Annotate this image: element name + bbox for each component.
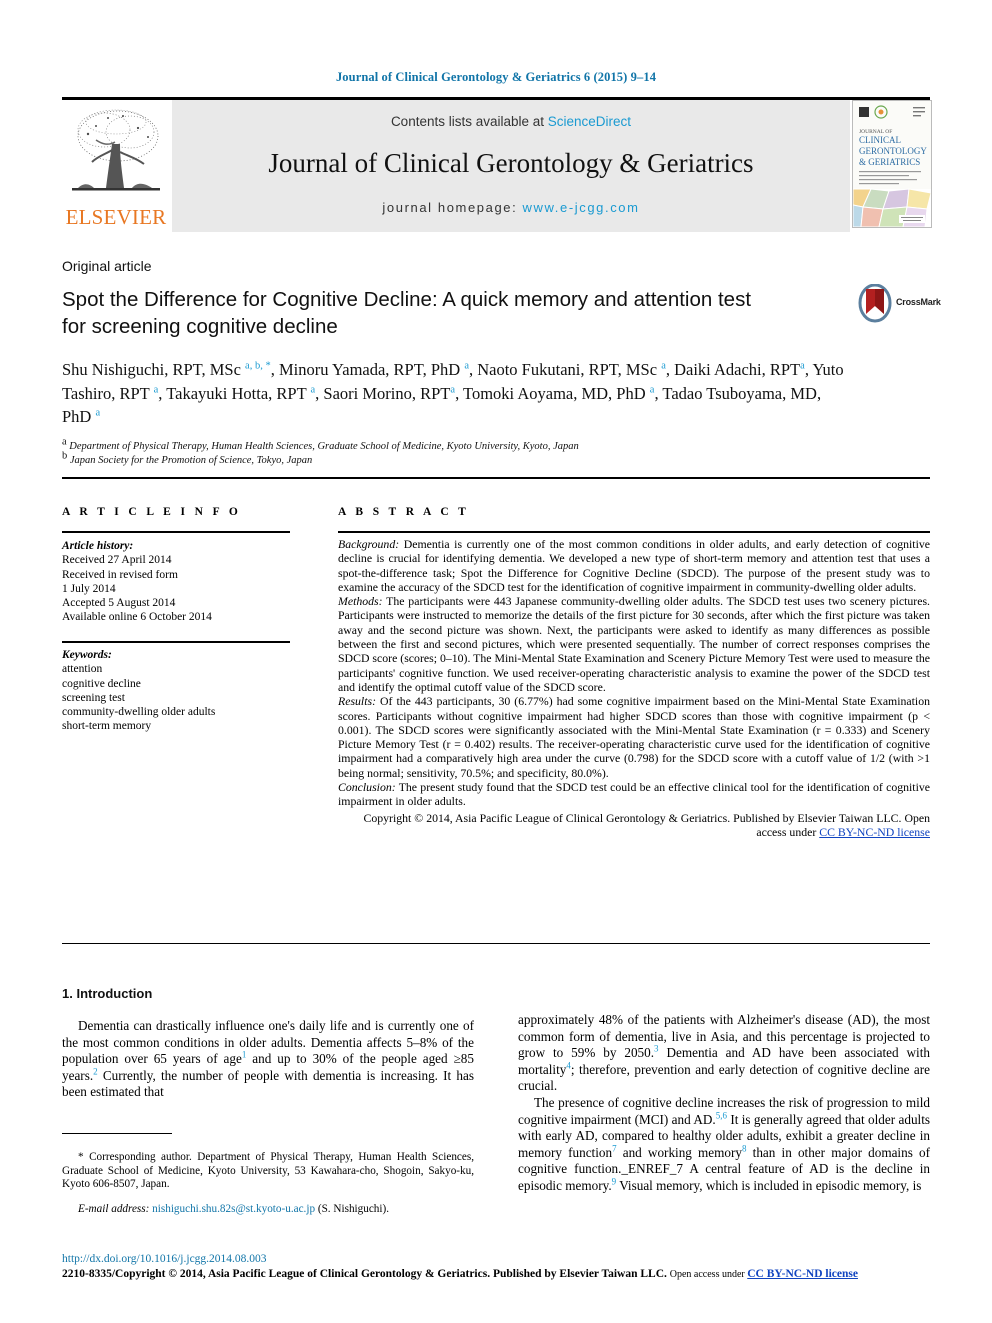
footer-copyright: 2210-8335/Copyright © 2014, Asia Pacific… (62, 1268, 930, 1280)
keywords-rule (62, 641, 290, 643)
email-line: E-mail address: nishiguchi.shu.82s@st.ky… (62, 1203, 474, 1217)
contents-prefix: Contents lists available at (390, 114, 548, 129)
intro-paragraph-2: approximately 48% of the patients with A… (518, 1012, 930, 1094)
keywords-label: Keywords: (62, 649, 112, 661)
history-item: Received in revised form (62, 568, 178, 581)
abstract-results-text: Of the 443 participants, 30 (6.77%) had … (338, 694, 930, 780)
intro-paragraph-3: The presence of cognitive decline increa… (518, 1094, 930, 1193)
masthead-banner: Contents lists available at ScienceDirec… (172, 100, 850, 232)
elsevier-wordmark: ELSEVIER (65, 205, 167, 229)
cc-license-link[interactable]: CC BY-NC-ND license (819, 825, 930, 839)
affiliations: a Department of Physical Therapy, Human … (62, 436, 862, 468)
homepage-url-link[interactable]: www.e-jcgg.com (523, 200, 640, 215)
corresponding-author-text: * Corresponding author. Department of Ph… (62, 1151, 474, 1191)
article-type-label: Original article (62, 258, 152, 274)
abstract-section-top-rule (62, 477, 930, 479)
author-list: Shu Nishiguchi, RPT, MSc a, b, *, Minoru… (62, 360, 844, 426)
crossmark-icon (858, 283, 892, 323)
introduction-heading: 1. Introduction (62, 986, 153, 1001)
footnote-rule (62, 1133, 172, 1134)
journal-masthead: ELSEVIER Contents lists available at Sci… (62, 100, 932, 232)
abstract-conclusion-text: The present study found that the SDCD te… (338, 780, 930, 809)
footer-open-access: Open access under (669, 1269, 748, 1280)
keyword-item: attention (62, 663, 103, 676)
abstract-background-label: Background: (338, 537, 400, 551)
email-label: E-mail address: (78, 1203, 150, 1216)
affiliation-b: b Japan Society for the Promotion of Sci… (62, 450, 862, 468)
svg-text:& GERIATRICS: & GERIATRICS (859, 157, 920, 167)
footer-published-by: Published by Elsevier Taiwan LLC. (490, 1268, 670, 1280)
keyword-item: screening test (62, 691, 125, 704)
running-head: Journal of Clinical Gerontology & Geriat… (335, 70, 657, 84)
contents-available-line: Contents lists available at ScienceDirec… (172, 114, 850, 129)
homepage-label: journal homepage: (382, 200, 523, 215)
abstract-background-text: Dementia is currently one of the most co… (338, 537, 930, 594)
abstract-methods-label: Methods: (338, 594, 383, 609)
affiliation-mark-b: b (62, 450, 68, 461)
journal-cover-thumbnail: JOURNAL OF CLINICAL GERONTOLOGY & GERIAT… (852, 100, 932, 228)
affiliation-text-b: Japan Society for the Promotion of Scien… (69, 454, 313, 466)
paper-page: Journal of Clinical Gerontology & Geriat… (0, 0, 992, 1323)
svg-text:GERONTOLOGY: GERONTOLOGY (859, 146, 927, 156)
abstract-rule (338, 531, 930, 533)
abstract-methods-text: The participants were 443 Japanese commu… (338, 594, 930, 694)
abstract-bottom-rule (62, 943, 930, 944)
svg-text:CLINICAL: CLINICAL (859, 135, 901, 145)
article-history-label: Article history: (62, 540, 134, 552)
article-info-rule (62, 531, 290, 533)
keywords-block: Keywords: attention cognitive decline sc… (62, 648, 296, 734)
article-history-block: Article history: Received 27 April 2014 … (62, 539, 296, 625)
abstract-conclusion-label: Conclusion: (338, 780, 396, 795)
history-item: Received 27 April 2014 (62, 554, 172, 567)
journal-title: Journal of Clinical Gerontology & Geriat… (268, 148, 754, 178)
affiliation-text-a: Department of Physical Therapy, Human He… (69, 441, 579, 452)
sciencedirect-link[interactable]: ScienceDirect (548, 114, 631, 129)
page-title: Spot the Difference for Cognitive Declin… (62, 288, 752, 338)
keyword-item: cognitive decline (62, 677, 141, 690)
article-info-heading: A R T I C L E I N F O (62, 506, 242, 518)
doi-link[interactable]: http://dx.doi.org/10.1016/j.jcgg.2014.08… (62, 1253, 267, 1265)
elsevier-logo: ELSEVIER (62, 100, 170, 232)
body-column-left: Dementia can drastically influence one's… (62, 1018, 474, 1101)
affiliation-mark-a: a (62, 436, 67, 448)
corresponding-author-footnote: * Corresponding author. Department of Ph… (62, 1140, 474, 1228)
body-column-right: approximately 48% of the patients with A… (518, 1012, 930, 1195)
abstract-background: Background: Dementia is currently one of… (338, 537, 930, 594)
email-link[interactable]: nishiguchi.shu.82s@st.kyoto-u.ac.jp (152, 1203, 315, 1215)
keyword-item: community-dwelling older adults (62, 706, 216, 719)
abstract-results: Results: Of the 443 participants, 30 (6.… (338, 694, 930, 780)
abstract-body: Background: Dementia is currently one of… (338, 537, 930, 839)
journal-homepage-line: journal homepage: www.e-jcgg.com (172, 200, 850, 215)
email-suffix: (S. Nishiguchi). (317, 1203, 390, 1216)
abstract-results-label: Results: (338, 694, 377, 709)
affiliation-a: a Department of Physical Therapy, Human … (62, 436, 862, 454)
abstract-heading: A B S T R A C T (338, 506, 470, 518)
abstract-methods: Methods: The participants were 443 Japan… (338, 594, 930, 694)
abstract-copyright: Copyright © 2014, Asia Pacific League of… (338, 811, 930, 840)
history-item: Accepted 5 August 2014 (62, 597, 176, 610)
elsevier-tree-icon (68, 104, 164, 204)
intro-paragraph-1: Dementia can drastically influence one's… (62, 1018, 474, 1100)
crossmark-label: CrossMark (896, 297, 941, 307)
footer-license-link[interactable]: CC BY-NC-ND license (747, 1268, 858, 1280)
history-item: Available online 6 October 2014 (62, 611, 212, 624)
crossmark-badge[interactable]: CrossMark (858, 283, 941, 326)
abstract-conclusion: Conclusion: The present study found that… (338, 780, 930, 809)
keyword-item: short-term memory (62, 720, 152, 733)
footer-issn-copyright: 2210-8335/Copyright © 2014, Asia Pacific… (62, 1268, 491, 1280)
history-item: 1 July 2014 (62, 582, 116, 595)
